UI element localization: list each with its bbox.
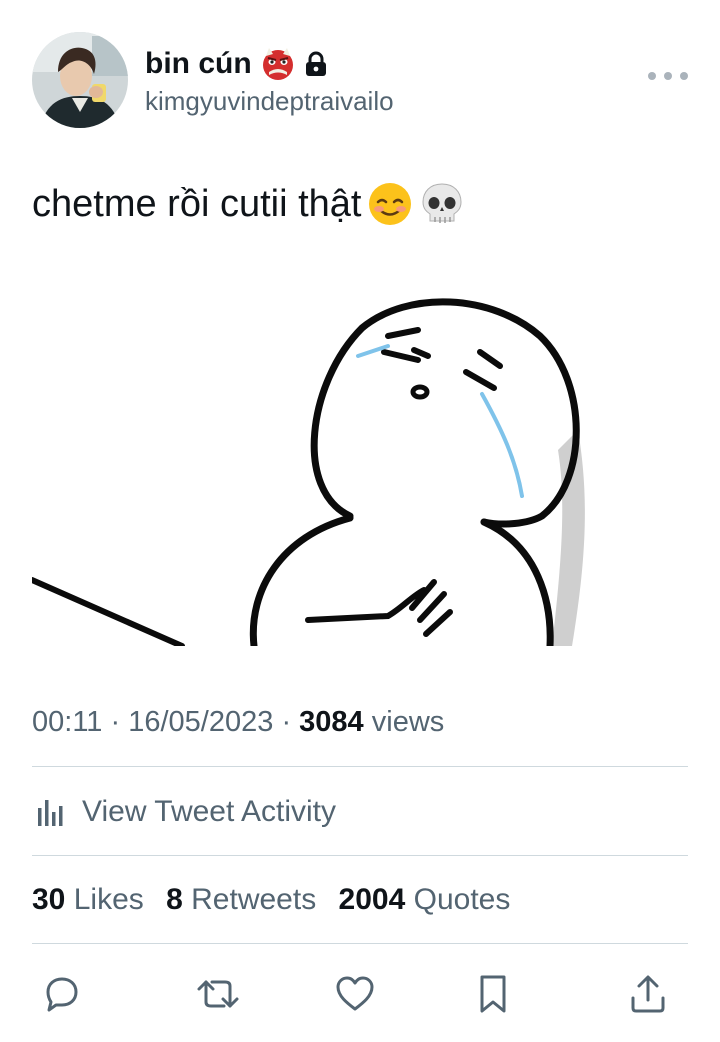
tweet-media-image[interactable] [32, 290, 688, 646]
ogre-emoji-icon [260, 46, 296, 82]
tweet-time[interactable]: 00:11 [32, 706, 102, 738]
more-options-icon[interactable] [648, 66, 688, 86]
like-button[interactable] [315, 962, 395, 1026]
retweets-count: 8 [166, 883, 183, 916]
views-label: views [371, 706, 445, 738]
like-icon [333, 972, 377, 1016]
reply-icon [40, 972, 84, 1016]
view-tweet-activity-label: View Tweet Activity [82, 795, 337, 828]
quotes-count: 2004 [338, 883, 406, 916]
skull-icon [419, 181, 465, 227]
tweet-actions [32, 962, 688, 1026]
retweets-label: Retweets [191, 883, 317, 916]
tweet-body: chetme rồi cutii thật [32, 183, 362, 225]
avatar[interactable] [32, 32, 128, 128]
share-button[interactable] [590, 962, 670, 1026]
meta-separator: · [281, 706, 292, 738]
dot [664, 72, 672, 80]
divider [32, 943, 688, 944]
share-icon [626, 972, 670, 1016]
tweet-date[interactable]: 16/05/2023 [128, 706, 273, 738]
retweets-stat[interactable]: 8 Retweets [166, 883, 316, 916]
display-name[interactable]: bin cún [145, 47, 252, 81]
tweet-stats: 30 Likes 8 Retweets 2004 Quotes [32, 876, 524, 924]
user-names: bin cún kimgyuvindeptraivailo [145, 46, 394, 118]
tweet-header: bin cún kimgyuvindeptraivailo [32, 32, 688, 128]
analytics-icon [32, 794, 68, 830]
retweet-icon [194, 972, 242, 1016]
bookmark-icon [471, 972, 515, 1016]
reply-button[interactable] [40, 962, 120, 1026]
lock-icon [304, 51, 328, 77]
dot [680, 72, 688, 80]
meta-separator: · [110, 706, 121, 738]
likes-stat[interactable]: 30 Likes [32, 883, 144, 916]
quotes-label: Quotes [413, 883, 511, 916]
smiling-face-icon [367, 181, 413, 227]
dot [648, 72, 656, 80]
tweet-text: chetme rồi cutii thật [32, 180, 465, 228]
quotes-stat[interactable]: 2004 Quotes [339, 883, 511, 916]
bookmark-button[interactable] [453, 962, 533, 1026]
view-tweet-activity-button[interactable]: View Tweet Activity [32, 784, 688, 840]
user-handle[interactable]: kimgyuvindeptraivailo [145, 84, 394, 118]
likes-count: 30 [32, 883, 66, 916]
display-name-row[interactable]: bin cún [145, 46, 394, 82]
divider [32, 855, 688, 856]
likes-label: Likes [73, 883, 144, 916]
tweet-meta: 00:11 · 16/05/2023 · 3084 views [32, 700, 444, 744]
views-count: 3084 [299, 706, 364, 738]
divider [32, 766, 688, 767]
retweet-button[interactable] [178, 962, 258, 1026]
